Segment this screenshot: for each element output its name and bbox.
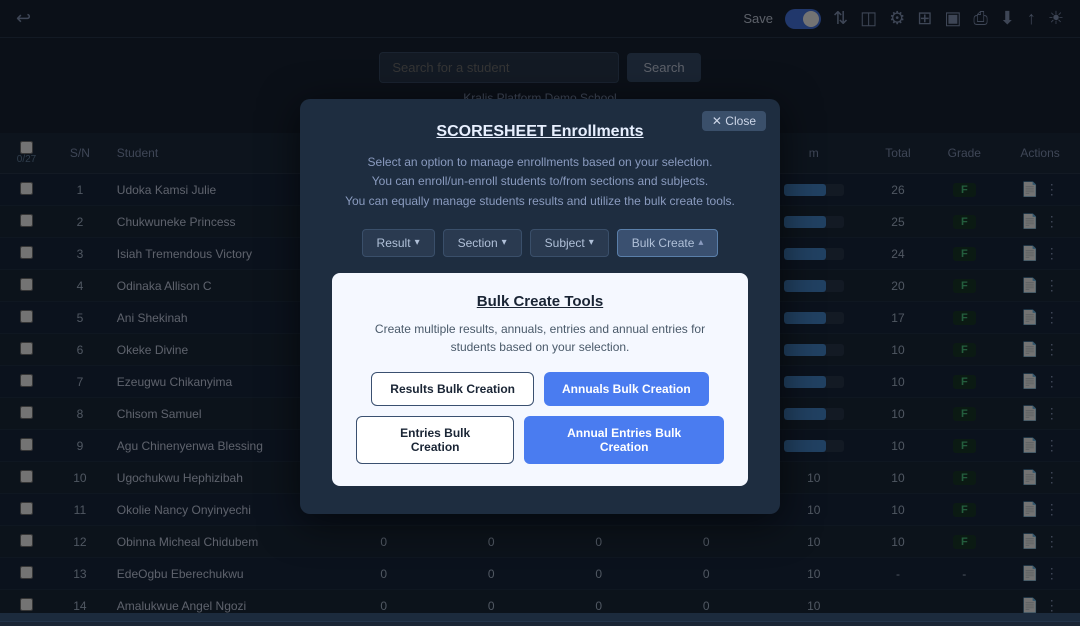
bulk-buttons-row2: Entries Bulk Creation Annual Entries Bul…: [356, 416, 724, 464]
modal-close-button[interactable]: ✕ Close: [702, 111, 766, 131]
bulk-create-title: Bulk Create Tools: [356, 293, 724, 310]
filter-result-label: Result: [377, 236, 411, 250]
filter-row: Result ▾ Section ▾ Subject ▾ Bulk Create…: [332, 229, 748, 257]
filter-section-label: Section: [458, 236, 498, 250]
filter-subject[interactable]: Subject ▾: [530, 229, 609, 257]
filter-result[interactable]: Result ▾: [362, 229, 435, 257]
filter-subject-label: Subject: [545, 236, 585, 250]
bulk-create-desc: Create multiple results, annuals, entrie…: [356, 320, 724, 356]
chevron-down-icon-2: ▾: [502, 237, 507, 248]
annual-entries-bulk-creation-button[interactable]: Annual Entries Bulk Creation: [524, 416, 724, 464]
chevron-down-icon-3: ▾: [589, 237, 594, 248]
modal-overlay: ✕ Close SCORESHEET Enrollments Select an…: [0, 0, 1080, 613]
filter-bulk-label: Bulk Create: [632, 236, 695, 250]
results-bulk-creation-button[interactable]: Results Bulk Creation: [371, 372, 534, 406]
entries-bulk-creation-button[interactable]: Entries Bulk Creation: [356, 416, 514, 464]
modal-desc: Select an option to manage enrollments b…: [332, 153, 748, 211]
modal-title: SCORESHEET Enrollments: [332, 123, 748, 141]
bulk-buttons-row1: Results Bulk Creation Annuals Bulk Creat…: [356, 372, 724, 406]
chevron-down-icon: ▾: [415, 237, 420, 248]
chevron-up-icon: ▴: [698, 237, 703, 248]
filter-section[interactable]: Section ▾: [443, 229, 522, 257]
annuals-bulk-creation-button[interactable]: Annuals Bulk Creation: [544, 372, 709, 406]
bulk-create-modal: Bulk Create Tools Create multiple result…: [332, 273, 748, 486]
modal-scoresheet: ✕ Close SCORESHEET Enrollments Select an…: [300, 99, 780, 514]
filter-bulk-create[interactable]: Bulk Create ▴: [617, 229, 719, 257]
